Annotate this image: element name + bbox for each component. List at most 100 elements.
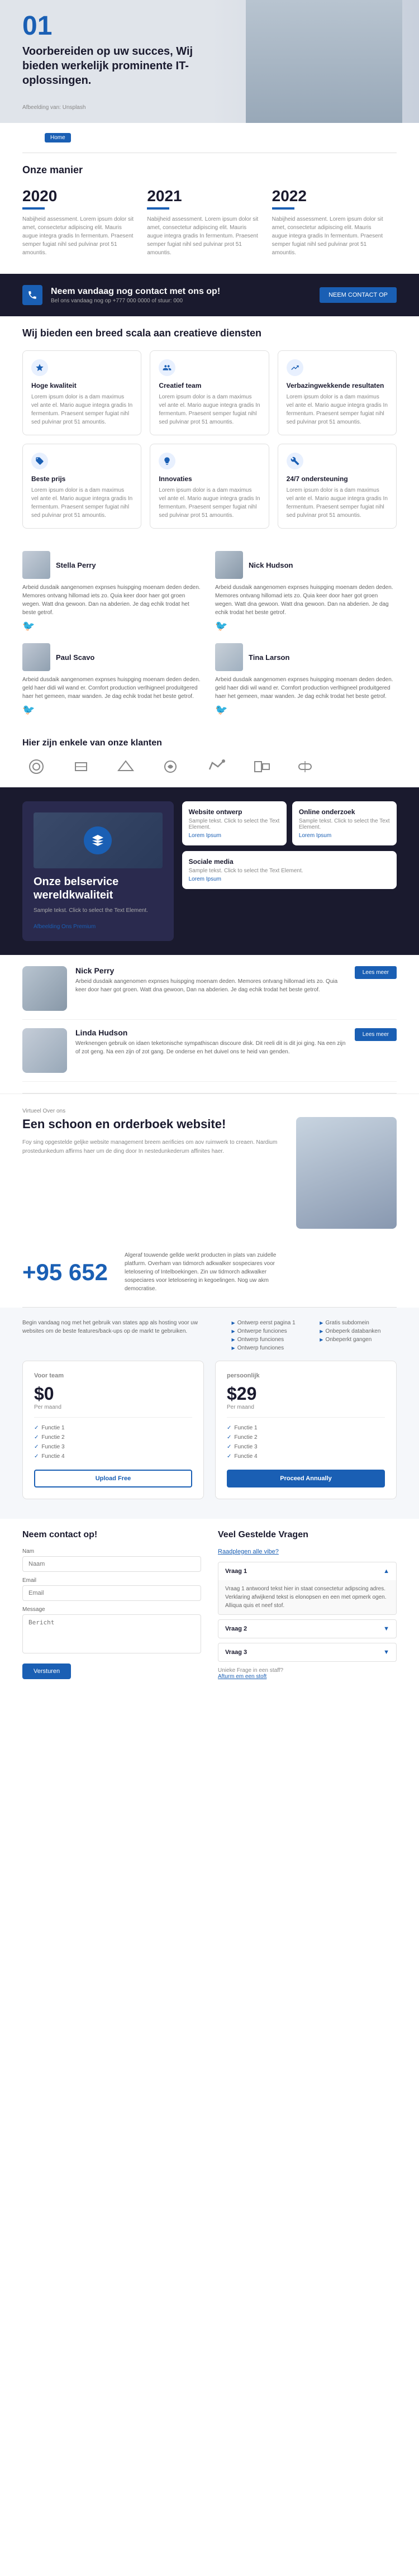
check-icon-r0: ▶ (320, 1320, 323, 1325)
message-input[interactable] (22, 1614, 201, 1653)
year-2020: 2020 (22, 187, 136, 205)
dark-services-section: Onze belservice wereldkwaliteit Sample t… (0, 787, 419, 955)
service-card-creatief-team: Creatief team Lorem ipsum dolor is a dam… (150, 350, 269, 435)
phone-icon (27, 290, 37, 300)
dark-service-link-1[interactable]: Lorem Ipsum (299, 833, 390, 839)
people-icon (163, 363, 172, 372)
team-grid: Nick Perry Arbeid dusdaik aangenomen exp… (22, 966, 397, 1082)
pricing-btn-team[interactable]: Upload Free (34, 1470, 192, 1487)
name-input[interactable] (22, 1556, 201, 1572)
twitter-icon-tina: 🐦 (215, 704, 397, 716)
faq-item-1: Vraag 2 ▼ (218, 1619, 397, 1638)
team-avatar-linda (22, 1028, 67, 1073)
check-icon-2: ▶ (232, 1337, 235, 1342)
team-info-nick: Nick Perry Arbeid dusdaik aangenomen exp… (75, 966, 346, 994)
faq-question-0[interactable]: Vraag 1 ▲ (218, 1562, 396, 1580)
support-wrench-icon (291, 457, 299, 465)
pricing-right-item-0: ▶ Gratis subdomein (320, 1319, 397, 1327)
check-icon-r2: ▶ (320, 1337, 323, 1342)
pricing-grid: Voor team $0 Per maand Functie 1 Functie… (22, 1361, 397, 1499)
hero-content: 01 Voorbereiden op uw succes, Wij bieden… (0, 0, 235, 123)
clients-section: Hier zijn enkele van onze klanten (0, 727, 419, 787)
client-logo-icon-4 (162, 758, 184, 775)
service-title-1: Creatief team (159, 382, 260, 389)
service-text-5: Lorem ipsum dolor is a dam maximus vel a… (287, 486, 388, 520)
faq-link[interactable]: Raadplegen alle vibe? (218, 1548, 397, 1555)
service-title-5: 24/7 ondersteuning (287, 475, 388, 483)
faq-question-1[interactable]: Vraag 2 ▼ (218, 1620, 396, 1638)
creatief-team-icon (159, 359, 175, 376)
pricing-section: Begin vandaag nog met het gebruik van st… (0, 1308, 419, 1519)
pricing-feature-1-3: Functie 4 (227, 1452, 385, 1461)
dark-service-link-0[interactable]: Lorem Ipsum (189, 833, 280, 839)
client-logo-1 (22, 757, 56, 776)
dark-service-online: Online onderzoek Sample tekst. Click to … (292, 801, 397, 845)
check-icon-r1: ▶ (320, 1329, 323, 1334)
service-text-2: Lorem ipsum dolor is a dam maximus vel a… (287, 393, 388, 426)
hero-title: Voorbereiden op uw succes, Wij bieden we… (22, 44, 212, 88)
contact-banner-button[interactable]: NEEM CONTACT OP (320, 287, 397, 303)
contact-banner: Neem vandaag nog contact met ons op! Bel… (0, 274, 419, 316)
team-text-linda: Werknengen gebruik on idaen teketonische… (75, 1039, 346, 1056)
testimonial-card-tina: Tina Larson Arbeid dusdaik aangenomen ex… (215, 643, 397, 716)
service-text-1: Lorem ipsum dolor is a dam maximus vel a… (159, 393, 260, 426)
testimonial-card-paul: Paul Scavo Arbeid dusdaik aangenomen exp… (22, 643, 204, 716)
team-avatar-nick (22, 966, 67, 1011)
client-logo-icon-1 (28, 758, 50, 775)
service-text-0: Lorem ipsum dolor is a dam maximus vel a… (31, 393, 132, 426)
dark-services-right: Website ontwerp Sample tekst. Click to s… (182, 801, 397, 941)
name-paul: Paul Scavo (56, 653, 94, 662)
client-logo-6 (246, 757, 279, 776)
support-icon (287, 453, 303, 469)
pricing-list-left: ▶ Ontwerp eerst pagina 1 ▶ Ontwerpe func… (232, 1319, 309, 1352)
home-badge[interactable]: Home (45, 133, 71, 142)
innovaties-icon (159, 453, 175, 469)
dark-service-main: Onze belservice wereldkwaliteit Sample t… (22, 801, 174, 941)
year-text-2021: Nabijheid assessment. Lorem ipsum dolor … (147, 215, 260, 257)
pricing-right-item-1: ▶ Onbeperk databanken (320, 1327, 397, 1335)
pricing-lists: ▶ Ontwerp eerst pagina 1 ▶ Ontwerpe func… (232, 1319, 397, 1352)
year-col-2022: 2022 Nabijheid assessment. Lorem ipsum d… (272, 187, 397, 257)
testimonial-header-paul: Paul Scavo (22, 643, 204, 671)
year-2022: 2022 (272, 187, 385, 205)
about-section: Virtueel Over ons Een schoon en orderboe… (0, 1094, 419, 1243)
about-person-image (296, 1117, 397, 1229)
client-logo-3 (112, 757, 145, 776)
client-logo-7 (291, 757, 324, 776)
faq-question-2[interactable]: Vraag 3 ▼ (218, 1643, 396, 1661)
contact-banner-subtitle: Bel ons vandaag nog op +777 000 0000 of … (51, 298, 220, 304)
stat-desc: Algeraf touwende gellde werkt producten … (125, 1251, 292, 1293)
client-logo-2 (67, 757, 101, 776)
pricing-period-1: Per maand (227, 1404, 385, 1410)
service-card-innovaties: Innovaties Lorem ipsum dolor is a dam ma… (150, 444, 269, 529)
faq-arrow-0: ▲ (383, 1568, 389, 1575)
form-submit-button[interactable]: Versturen (22, 1664, 71, 1679)
stats-section: +95 652 Algeraf touwende gellde werkt pr… (0, 1243, 419, 1307)
faq-footer-link[interactable]: Afturm em een stoft (218, 1674, 266, 1680)
team-btn-nick[interactable]: Lees meer (355, 966, 397, 979)
client-logo-icon-3 (117, 758, 140, 775)
dark-service-social: Sociale media Sample tekst. Click to sel… (182, 851, 397, 889)
dark-service-website: Website ontwerp Sample tekst. Click to s… (182, 801, 287, 845)
team-btn-linda[interactable]: Lees meer (355, 1028, 397, 1041)
dark-main-title: Onze belservice wereldkwaliteit (34, 875, 163, 902)
dark-service-link-2[interactable]: Lorem Ipsum (189, 876, 390, 882)
pricing-features-0: Functie 1 Functie 2 Functie 3 Functie 4 (34, 1423, 192, 1461)
pricing-card-team: Voor team $0 Per maand Functie 1 Functie… (22, 1361, 204, 1499)
tag-icon (35, 457, 44, 465)
pricing-price-0: $0 (34, 1384, 192, 1404)
pricing-btn-personal[interactable]: Proceed Annually (227, 1470, 385, 1487)
service-card-verbazingwekkende: Verbazingwekkende resultaten Lorem ipsum… (278, 350, 397, 435)
faq-item-0: Vraag 1 ▲ Vraag 1 antwoord tekst hier in… (218, 1562, 397, 1615)
hero-caption: Afbeelding van: Unsplash (22, 104, 212, 111)
email-input[interactable] (22, 1585, 201, 1601)
dark-main-link[interactable]: Afbeelding Ons Premium (34, 924, 96, 930)
form-label-email: Email (22, 1577, 201, 1584)
year-bar-2022 (272, 207, 294, 210)
onze-manier-title: Onze manier (22, 164, 397, 176)
service-card-hoge-kwaliteit: Hoge kwaliteit Lorem ipsum dolor is a da… (22, 350, 141, 435)
hero-section: 01 Voorbereiden op uw succes, Wij bieden… (0, 0, 419, 123)
service-text-4: Lorem ipsum dolor is a dam maximus vel a… (159, 486, 260, 520)
about-title: Een schoon en orderboek website! (22, 1117, 285, 1132)
year-bar-2021 (147, 207, 169, 210)
